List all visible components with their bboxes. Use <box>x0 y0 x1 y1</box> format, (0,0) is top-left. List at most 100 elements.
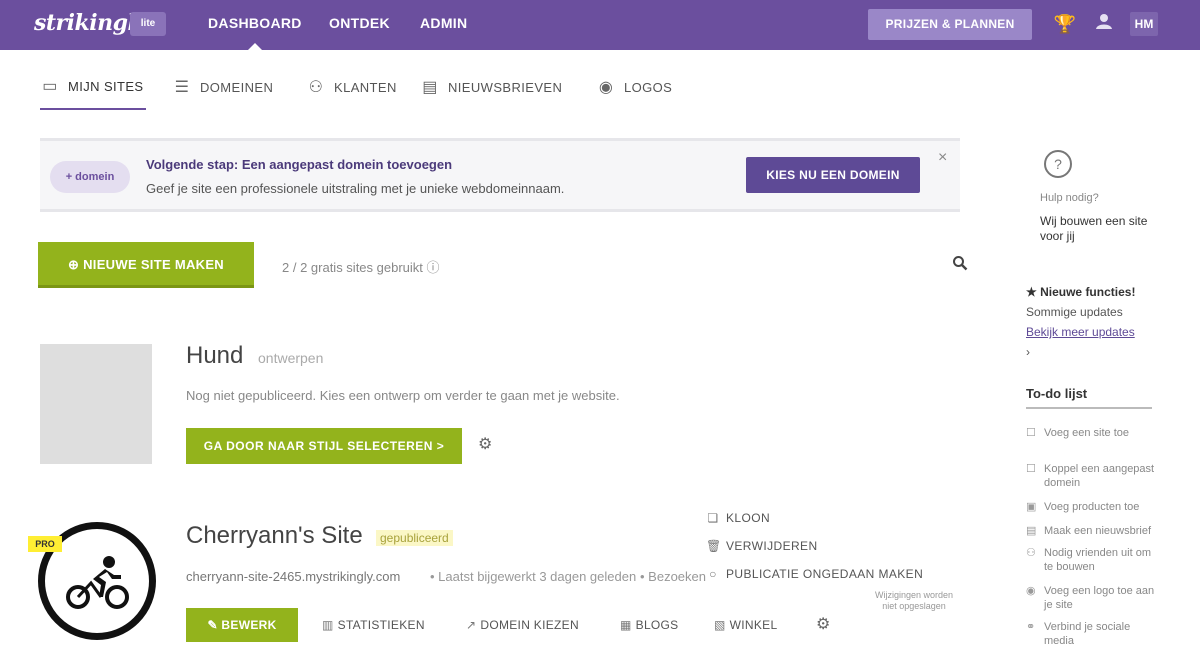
dropdown-note: Wijzigingen worden niet opgeslagen <box>874 590 954 611</box>
logo-icon: ◉ <box>1026 585 1036 597</box>
domain-link[interactable]: ↗ DOMEIN KIEZEN <box>466 618 579 632</box>
site-count: 2 / 2 gratis sites gebruikt ⓘ <box>282 257 440 276</box>
tab-label: MIJN SITES <box>68 78 144 94</box>
top-navbar: strikingly lite DASHBOARD ONTDEK ADMIN P… <box>0 0 1200 50</box>
action-label: WINKEL <box>729 618 778 632</box>
close-icon[interactable]: × <box>938 149 947 167</box>
published-badge: gepubliceerd <box>376 530 453 546</box>
checkbox-icon: ☐ <box>1026 463 1036 475</box>
avatar[interactable]: HM <box>1130 12 1158 36</box>
bicycle-icon <box>66 556 129 609</box>
tab-klanten[interactable]: ⚇ KLANTEN <box>306 64 397 110</box>
newsletter-icon: ▤ <box>1026 525 1037 537</box>
tab-mijn-sites[interactable]: ▭ MIJN SITES <box>40 64 146 110</box>
todo-label: Voeg een logo toe aan je site <box>1044 585 1155 611</box>
tab-domeinen[interactable]: ☰ DOMEINEN <box>172 64 273 110</box>
edit-button[interactable]: ✎ BEWERK <box>186 608 298 642</box>
monitor-icon: ▭ <box>42 78 58 95</box>
todo-item[interactable]: ▤ Maak een nieuwsbrief <box>1026 524 1156 538</box>
site-description: Nog niet gepubliceerd. Kies een ontwerp … <box>186 388 620 403</box>
action-label: DOMEIN KIEZEN <box>480 618 579 632</box>
todo-label: Koppel een aangepast domein <box>1044 463 1155 489</box>
todo-label: Nodig vrienden uit om te bouwen <box>1044 547 1152 573</box>
menu-label: VERWIJDEREN <box>726 539 818 553</box>
domain-icon: ↗ <box>466 618 477 632</box>
continue-style-button[interactable]: GA DOOR NAAR STIJL SELECTEREN > <box>186 428 462 464</box>
store-link[interactable]: ▧ WINKEL <box>714 618 777 632</box>
domain-chip: + domein <box>50 161 130 193</box>
todo-label: Voeg producten toe <box>1044 501 1140 513</box>
menu-item-clone[interactable]: ❏ KLOON <box>706 508 770 528</box>
help-icon[interactable]: ? <box>1044 150 1072 178</box>
pro-badge: PRO <box>28 536 62 552</box>
new-site-button[interactable]: ⊕ NIEUWE SITE MAKEN <box>38 242 254 288</box>
todo-item[interactable]: ▣ Voeg producten toe <box>1026 500 1156 514</box>
palette-icon: ◉ <box>598 79 614 96</box>
unpublish-icon: ○ <box>709 567 717 581</box>
site-thumbnail[interactable] <box>40 344 152 464</box>
todo-item[interactable]: ⚇ Nodig vrienden uit om te bouwen <box>1026 546 1156 574</box>
topnav-dashboard[interactable]: DASHBOARD <box>208 15 302 31</box>
site-url[interactable]: cherryann-site-2465.mystrikingly.com <box>186 569 400 584</box>
search-icon[interactable] <box>950 255 970 275</box>
todo-label: Verbind je sociale media <box>1044 621 1131 647</box>
tab-label: DOMEINEN <box>200 79 274 95</box>
todo-label: Maak een nieuwsbrief <box>1044 525 1152 537</box>
newsletter-icon: ▤ <box>422 79 438 96</box>
todo-heading: To-do lijst <box>1026 386 1152 409</box>
magnifier-glyph <box>953 256 968 271</box>
todo-item[interactable]: ⚭ Verbind je sociale media <box>1026 620 1156 648</box>
stats-link[interactable]: ▥ STATISTIEKEN <box>322 618 425 632</box>
banner-text: Geef je site een professionele uitstrali… <box>146 181 565 196</box>
choose-domain-button[interactable]: KIES NU EEN DOMEIN <box>746 157 920 193</box>
news-text: Sommige updates <box>1026 305 1123 319</box>
help-label: Hulp nodig? <box>1040 192 1099 204</box>
share-icon: ⚭ <box>1026 621 1036 633</box>
new-site-label: NIEUWE SITE MAKEN <box>83 257 224 272</box>
trophy-icon[interactable]: 🏆 <box>1053 12 1077 36</box>
gear-icon[interactable]: ⚙ <box>816 614 830 634</box>
blogs-link[interactable]: ▦ BLOGS <box>620 618 679 632</box>
active-tab-indicator <box>248 43 262 50</box>
help-text[interactable]: Wij bouwen een site voor jij <box>1040 214 1150 244</box>
site-updated: • Laatst bijgewerkt 3 dagen geleden <box>430 569 637 584</box>
pricing-button[interactable]: PRIJZEN & PLANNEN <box>868 9 1032 40</box>
gear-icon[interactable]: ⚙ <box>478 434 492 454</box>
action-label: BLOGS <box>635 618 679 632</box>
news-arrow[interactable]: › <box>1026 345 1030 359</box>
user-icon[interactable] <box>1092 12 1116 36</box>
invite-icon: ⚇ <box>1026 547 1036 559</box>
tab-nieuwsbrieven[interactable]: ▤ NIEUWSBRIEVEN <box>420 64 562 110</box>
trash-icon: 🗑 <box>706 539 722 553</box>
user-silhouette <box>1096 14 1112 29</box>
info-icon[interactable]: ⓘ <box>427 260 440 275</box>
topnav-ontdek[interactable]: ONTDEK <box>329 15 390 31</box>
news-heading: ★ Nieuwe functies! <box>1026 285 1136 299</box>
todo-item[interactable]: ☐ Voeg een site toe <box>1026 426 1156 440</box>
site-count-text: 2 / 2 gratis sites gebruikt <box>282 260 423 275</box>
stats-icon: ▥ <box>322 618 334 632</box>
customers-icon: ⚇ <box>308 79 324 96</box>
news-link[interactable]: Bekijk meer updates <box>1026 325 1135 339</box>
checkbox-icon: ☐ <box>1026 427 1036 439</box>
menu-item-unpublish[interactable]: ○ PUBLICATIE ONGEDAAN MAKEN <box>706 564 923 584</box>
banner-title: Volgende stap: Een aangepast domein toev… <box>146 157 453 172</box>
menu-label: PUBLICATIE ONGEDAAN MAKEN <box>726 567 924 581</box>
menu-item-delete[interactable]: 🗑 VERWIJDEREN <box>706 536 818 556</box>
product-icon: ▣ <box>1026 501 1037 513</box>
domain-banner: + domein Volgende stap: Een aangepast do… <box>40 138 960 212</box>
plan-badge: lite <box>130 12 166 36</box>
todo-label: Voeg een site toe <box>1044 427 1130 439</box>
site-name[interactable]: Cherryann's Site <box>186 522 363 550</box>
blog-icon: ▦ <box>620 618 632 632</box>
tab-logos[interactable]: ◉ LOGOS <box>596 64 672 110</box>
domains-icon: ☰ <box>174 79 190 96</box>
tab-label: LOGOS <box>624 79 673 95</box>
plus-circle-icon: ⊕ <box>68 257 84 272</box>
site-visits: • Bezoeken <box>640 569 706 584</box>
topnav-admin[interactable]: ADMIN <box>420 15 467 31</box>
action-label: STATISTIEKEN <box>337 618 425 632</box>
site-name[interactable]: Hund <box>186 342 243 370</box>
todo-item[interactable]: ◉ Voeg een logo toe aan je site <box>1026 584 1156 612</box>
todo-item[interactable]: ☐ Koppel een aangepast domein <box>1026 462 1156 490</box>
